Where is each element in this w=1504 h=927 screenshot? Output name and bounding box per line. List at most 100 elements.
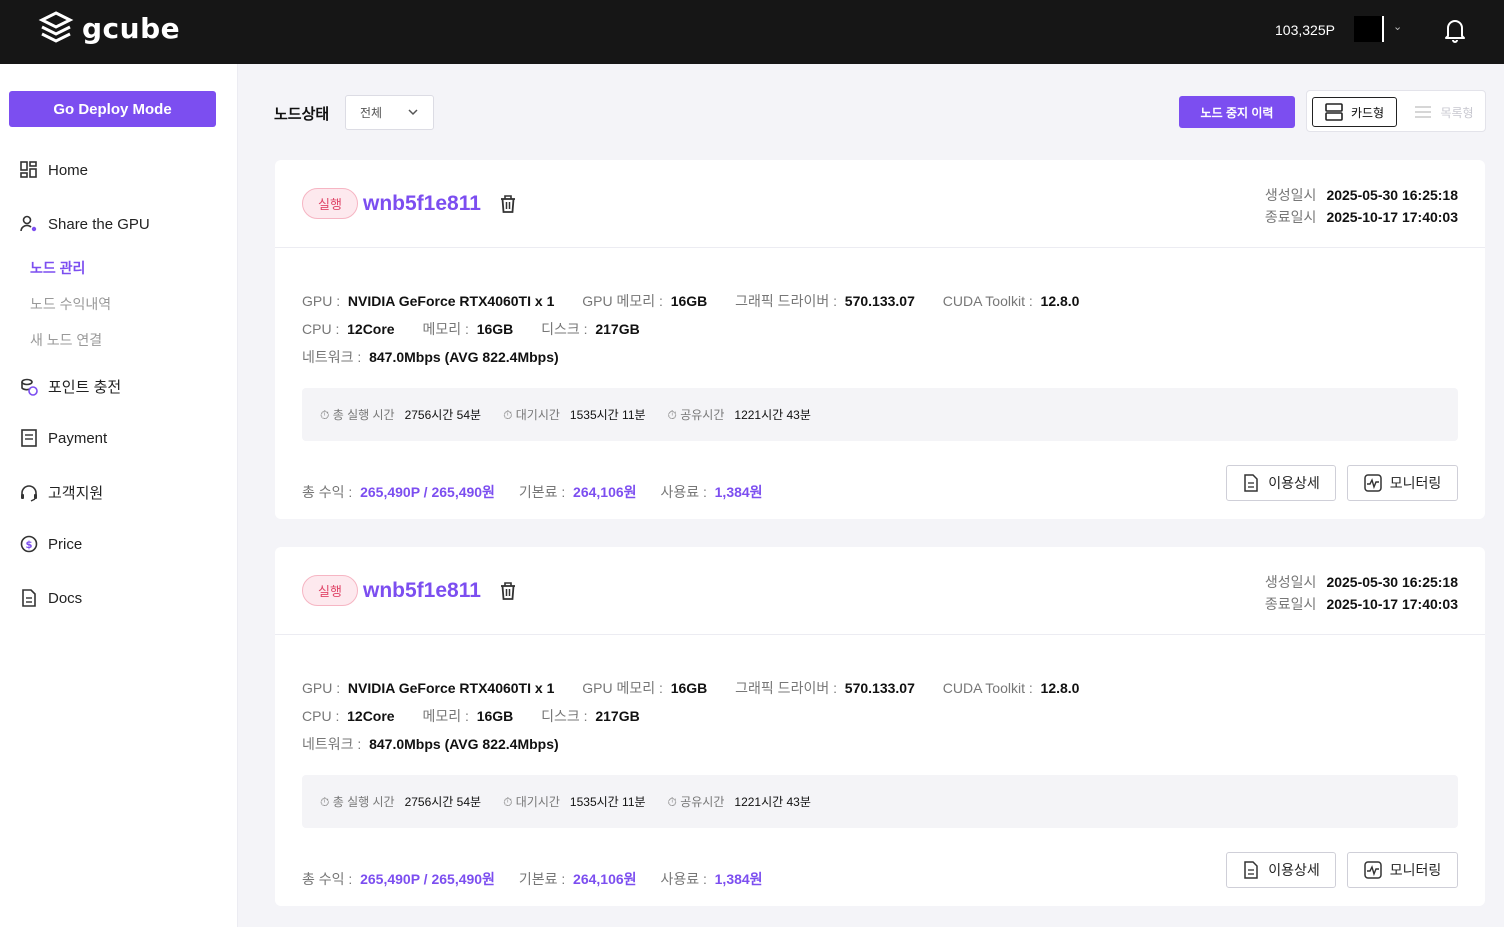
ended-date: 2025-10-17 17:40:03 bbox=[1326, 209, 1458, 225]
base-fee-value: 264,106원 bbox=[573, 484, 637, 500]
pulse-chart-icon bbox=[1363, 474, 1382, 492]
run-time-value: 2756시간 54분 bbox=[404, 795, 482, 809]
receipt-icon bbox=[21, 429, 37, 447]
usage-fee-value: 1,384원 bbox=[714, 484, 763, 500]
earnings: 총 수익 : 265,490P / 265,490원 기본료 : 264,106… bbox=[302, 482, 783, 502]
node-status-select[interactable]: 전체 bbox=[345, 95, 434, 130]
usage-detail-button[interactable]: 이용상세 bbox=[1226, 852, 1336, 888]
sidebar-item-label: 포인트 충전 bbox=[48, 379, 122, 396]
svg-text:$: $ bbox=[26, 540, 33, 551]
time-summary: ⏱ 총 실행 시간 2756시간 54분 ⏱ 대기시간 1535시간 11분 ⏱ 공… bbox=[302, 775, 1458, 828]
cube-logo-icon bbox=[38, 11, 74, 43]
gpu-value: NVIDIA GeForce RTX4060TI x 1 bbox=[347, 293, 555, 309]
memory-value: 16GB bbox=[476, 321, 514, 337]
monitoring-button[interactable]: 모니터링 bbox=[1347, 465, 1458, 501]
network-value: 847.0Mbps (AVG 822.4Mbps) bbox=[369, 736, 559, 752]
gpu-memory-value: 16GB bbox=[670, 680, 708, 696]
node-specs: GPU : NVIDIA GeForce RTX4060TI x 1 GPU 메… bbox=[302, 674, 1103, 758]
gpu-label: GPU : bbox=[302, 680, 341, 696]
ended-label: 종료일시 bbox=[1264, 596, 1317, 612]
list-view-label: 목록형 bbox=[1440, 105, 1474, 120]
base-fee-label: 기본료 : bbox=[518, 871, 566, 887]
share-time-label: ⏱ 공유시간 bbox=[667, 795, 725, 809]
sidebar-item-point-charge[interactable]: 포인트 충전 bbox=[20, 376, 121, 397]
node-name[interactable]: wnb5f1e811 bbox=[363, 579, 481, 603]
sidebar-subitem-node-earnings[interactable]: 노드 수익내역 bbox=[30, 294, 111, 314]
bell-icon[interactable] bbox=[1443, 17, 1467, 43]
gpu-memory-label: GPU 메모리 : bbox=[582, 680, 663, 696]
node-status-label: 노드상태 bbox=[274, 106, 330, 123]
sidebar-item-share-the-gpu[interactable]: Share the GPU bbox=[20, 215, 150, 233]
pulse-chart-icon bbox=[1363, 861, 1382, 879]
cpu-label: CPU : bbox=[302, 708, 340, 724]
driver-value: 570.133.07 bbox=[844, 680, 915, 696]
cuda-label: CUDA Toolkit : bbox=[942, 680, 1033, 696]
wait-time-label: ⏱ 대기시간 bbox=[503, 408, 560, 422]
cpu-value: 12Core bbox=[347, 708, 395, 724]
monitoring-label: 모니터링 bbox=[1389, 862, 1442, 878]
driver-label: 그래픽 드라이버 : bbox=[735, 680, 837, 696]
share-time-label: ⏱ 공유시간 bbox=[667, 408, 725, 422]
card-view-button[interactable]: 카드형 bbox=[1312, 97, 1397, 127]
sidebar-subitem-node-management[interactable]: 노드 관리 bbox=[30, 258, 85, 278]
sidebar-item-home[interactable]: Home bbox=[20, 161, 88, 179]
node-status-value: 전체 bbox=[360, 106, 383, 120]
list-view-button[interactable]: 목록형 bbox=[1407, 97, 1481, 127]
list-layout-icon bbox=[1415, 106, 1432, 118]
document-icon bbox=[1244, 474, 1258, 492]
node-card: 실행 wnb5f1e811 생성일시 2025-05-30 16:25:18 종료… bbox=[275, 547, 1485, 906]
sidebar-item-docs[interactable]: Docs bbox=[20, 589, 82, 607]
points-balance: 103,325P bbox=[1275, 22, 1335, 38]
driver-value: 570.133.07 bbox=[844, 293, 915, 309]
memory-label: 메모리 : bbox=[422, 708, 469, 724]
run-time-label: ⏱ 총 실행 시간 bbox=[320, 795, 395, 809]
sidebar-item-price[interactable]: $ Price bbox=[20, 535, 82, 553]
go-deploy-mode-button[interactable]: Go Deploy Mode bbox=[9, 91, 216, 127]
run-time-label: ⏱ 총 실행 시간 bbox=[320, 408, 395, 422]
usage-detail-label: 이용상세 bbox=[1268, 862, 1320, 878]
wait-time-label: ⏱ 대기시간 bbox=[503, 795, 560, 809]
share-time-value: 1221시간 43분 bbox=[734, 795, 811, 809]
share-time-value: 1221시간 43분 bbox=[734, 408, 811, 422]
gpu-label: GPU : bbox=[302, 293, 341, 309]
top-bar: gcube 103,325P ⌄ bbox=[0, 0, 1504, 64]
user-menu[interactable] bbox=[1354, 16, 1384, 42]
view-toggle: 카드형 목록형 bbox=[1306, 90, 1486, 132]
gpu-memory-label: GPU 메모리 : bbox=[582, 293, 663, 309]
earnings: 총 수익 : 265,490P / 265,490원 기본료 : 264,106… bbox=[302, 869, 783, 889]
sidebar-item-support[interactable]: 고객지원 bbox=[20, 482, 103, 503]
wait-time-value: 1535시간 11분 bbox=[569, 408, 646, 422]
dashboard-icon bbox=[20, 161, 37, 178]
monitoring-button[interactable]: 모니터링 bbox=[1347, 852, 1458, 888]
brand-logo[interactable]: gcube bbox=[38, 10, 180, 46]
node-card-header: 실행 wnb5f1e811 생성일시 2025-05-30 16:25:18 종료… bbox=[275, 547, 1485, 635]
node-card-header: 실행 wnb5f1e811 생성일시 2025-05-30 16:25:18 종료… bbox=[275, 160, 1485, 248]
created-label: 생성일시 bbox=[1264, 187, 1317, 203]
total-earnings-value: 265,490P / 265,490원 bbox=[360, 484, 495, 500]
sidebar-item-payment[interactable]: Payment bbox=[20, 429, 107, 447]
sidebar-subitem-new-node[interactable]: 새 노드 연결 bbox=[30, 330, 102, 350]
cpu-label: CPU : bbox=[302, 321, 340, 337]
base-fee-value: 264,106원 bbox=[573, 871, 637, 887]
ended-date: 2025-10-17 17:40:03 bbox=[1326, 596, 1458, 612]
disk-value: 217GB bbox=[595, 321, 640, 337]
usage-fee-label: 사용료 : bbox=[660, 871, 707, 887]
usage-detail-button[interactable]: 이용상세 bbox=[1226, 465, 1336, 501]
brand-name: gcube bbox=[82, 11, 181, 45]
created-date: 2025-05-30 16:25:18 bbox=[1326, 574, 1458, 590]
trash-icon[interactable] bbox=[499, 194, 517, 214]
node-stop-history-button[interactable]: 노드 중지 이력 bbox=[1179, 96, 1295, 128]
memory-value: 16GB bbox=[476, 708, 514, 724]
sidebar-item-label: 고객지원 bbox=[48, 485, 104, 502]
document-icon bbox=[22, 589, 36, 607]
chevron-down-icon[interactable]: ⌄ bbox=[1393, 20, 1402, 33]
node-dates: 생성일시 2025-05-30 16:25:18 종료일시 2025-10-17 1… bbox=[1265, 571, 1458, 615]
created-date: 2025-05-30 16:25:18 bbox=[1326, 187, 1458, 203]
monitoring-label: 모니터링 bbox=[1389, 475, 1442, 491]
disk-value: 217GB bbox=[595, 708, 640, 724]
node-name[interactable]: wnb5f1e811 bbox=[363, 192, 481, 216]
trash-icon[interactable] bbox=[499, 581, 517, 601]
gpu-value: NVIDIA GeForce RTX4060TI x 1 bbox=[347, 680, 555, 696]
time-summary: ⏱ 총 실행 시간 2756시간 54분 ⏱ 대기시간 1535시간 11분 ⏱ 공… bbox=[302, 388, 1458, 441]
base-fee-label: 기본료 : bbox=[518, 484, 566, 500]
